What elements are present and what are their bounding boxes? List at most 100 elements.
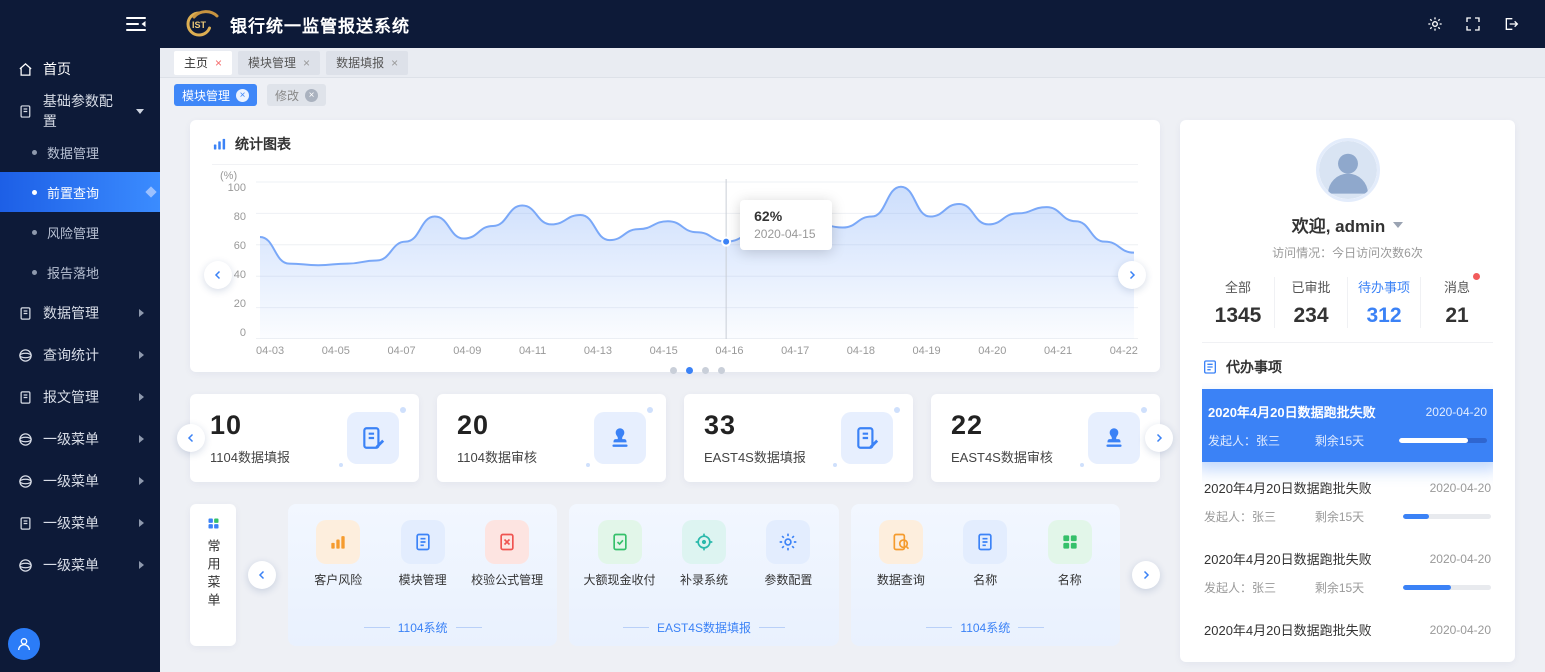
sidebar-collapse-button[interactable] [126,16,146,32]
chevron-right-icon [1153,432,1165,444]
menu-fold-icon [126,16,146,32]
x-tick: 04-05 [322,345,350,357]
chip-edit[interactable]: 修改 × [267,84,326,106]
sidebar-item-data-mgmt[interactable]: 数据管理 [0,292,160,334]
tab-module-mgmt[interactable]: 模块管理 × [238,51,320,75]
tab-data-fill[interactable]: 数据填报 × [326,51,408,75]
chevron-down-icon [136,109,144,114]
quick-item-formula-check[interactable]: 校验公式管理 [465,520,549,588]
stat-label: 待办事项 [1358,277,1410,296]
todo-item[interactable]: 2020年4月20日数据跑批失败 2020-04-20 发起人：张三 剩余15天 [1202,537,1493,608]
sidebar-item-label: 一级菜单 [43,471,99,491]
stat-all[interactable]: 全部 1345 [1202,277,1274,328]
sidebar-help-button[interactable] [8,628,40,660]
tab-close-icon[interactable]: × [215,57,222,69]
sidebar-item-label: 基础参数配置 [43,91,126,131]
pager-dot[interactable] [702,367,709,374]
todo-item[interactable]: 2020年4月20日数据跑批失败 2020-04-20 发起人：张三 剩余15天 [1202,389,1493,462]
chevron-right-icon [1126,269,1138,281]
tab-label: 模块管理 [248,54,296,71]
pager-dot[interactable] [670,367,677,374]
sidebar-item-menu-2[interactable]: 一级菜单 [0,460,160,502]
sidebar-item-base-config[interactable]: 基础参数配置 [0,90,160,132]
tab-close-icon[interactable]: × [391,57,398,69]
pager-dot[interactable] [718,367,725,374]
stat-messages[interactable]: 消息 21 [1420,277,1493,328]
chevron-right-icon [139,309,144,317]
stats-next-button[interactable] [1145,424,1173,452]
quick-item-label: 大额现金收付 [584,571,656,588]
quick-menu-title: 常用菜单 [204,539,223,611]
todo-section-header: 代办事项 [1202,357,1493,377]
sidebar-item-menu-1[interactable]: 一级菜单 [0,418,160,460]
stat-pending[interactable]: 待办事项 312 [1347,277,1420,328]
stat-label: 1104数据填报 [210,447,290,466]
chevron-right-icon [139,561,144,569]
sidebar-subitem-label: 风险管理 [47,223,99,242]
header: IST 银行统一监管报送系统 [0,0,1545,48]
quick-group-footer: 1104系统 [288,619,557,636]
sidebar-item-message-mgmt[interactable]: 报文管理 [0,376,160,418]
chart-body: (%) 100 80 60 40 20 0 [212,179,1138,374]
settings-button[interactable] [1427,16,1443,32]
sidebar-item-menu-3[interactable]: 一级菜单 [0,502,160,544]
sidebar-item-menu-4[interactable]: 一级菜单 [0,544,160,586]
chart-plot[interactable]: 62% 2020-04-15 [256,179,1138,339]
sidebar-subitem-report-landing[interactable]: 报告落地 [0,252,160,292]
quick-group-east4s: 大额现金收付 补录系统 [569,504,838,646]
quick-item-cash-payment[interactable]: 大额现金收付 [578,520,662,588]
quick-item-name-1[interactable]: 名称 [943,520,1027,588]
quick-item-supplement-system[interactable]: 补录系统 [662,520,746,588]
x-tick: 04-21 [1044,345,1072,357]
quick-item-module-mgmt[interactable]: 模块管理 [381,520,465,588]
stats-prev-button[interactable] [177,424,205,452]
sidebar-item-query-stats[interactable]: 查询统计 [0,334,160,376]
todo-list: 2020年4月20日数据跑批失败 2020-04-20 发起人：张三 剩余15天 [1202,383,1493,644]
stat-card-1104-audit[interactable]: 20 1104数据审核 [437,394,666,482]
avatar[interactable] [1316,138,1380,202]
logo-text: IST [192,20,207,30]
chart-card: 统计图表 (%) 100 80 [190,120,1160,372]
y-tick: 80 [234,211,246,223]
stat-card-east4s-fill[interactable]: 33 EAST4S数据填报 [684,394,913,482]
stat-approved[interactable]: 已审批 234 [1274,277,1347,328]
stat-card-1104-fill[interactable]: 10 1104数据填报 [190,394,419,482]
chart-next-button[interactable] [1118,261,1146,289]
stat-label: 全部 [1225,277,1251,296]
gear-icon [766,520,810,564]
fullscreen-button[interactable] [1465,16,1481,32]
tab-home[interactable]: 主页 × [174,51,232,75]
area-chart [256,179,1138,339]
chart-prev-button[interactable] [204,261,232,289]
stat-value: 312 [1348,304,1420,328]
tab-close-icon[interactable]: × [303,57,310,69]
quick-item-name-2[interactable]: 名称 [1028,520,1112,588]
logout-button[interactable] [1503,16,1519,32]
stat-card-east4s-audit[interactable]: 22 EAST4S数据审核 [931,394,1160,482]
chip-close-icon[interactable]: × [305,89,318,102]
todo-item[interactable]: 2020年4月20日数据跑批失败 2020-04-20 发起人：张三 剩余15天 [1202,466,1493,537]
quick-menu-prev-button[interactable] [248,561,276,589]
main-area: 主页 × 模块管理 × 数据填报 × 模块管理 × 修改 [160,48,1545,672]
bar-chart-icon [316,520,360,564]
sidebar-subitem-pre-query[interactable]: 前置查询 [0,172,160,212]
stat-value: 234 [1275,304,1347,328]
quick-menu-next-button[interactable] [1132,561,1160,589]
chevron-right-icon [139,435,144,443]
y-tick: 20 [234,298,246,310]
todo-item[interactable]: 2020年4月20日数据跑批失败 2020-04-20 发起人：张三 剩余4天 [1202,608,1493,644]
quick-item-param-config[interactable]: 参数配置 [746,520,830,588]
chip-close-icon[interactable]: × [236,89,249,102]
quick-item-label: 名称 [973,571,997,588]
divider [364,627,390,628]
welcome-row[interactable]: 欢迎, admin [1202,212,1493,237]
todo-date: 2020-04-20 [1430,481,1491,495]
pager-dot[interactable] [686,367,693,374]
chip-module-mgmt[interactable]: 模块管理 × [174,84,257,106]
home-icon [18,62,33,77]
sidebar-item-home[interactable]: 首页 [0,48,160,90]
quick-item-customer-risk[interactable]: 客户风险 [296,520,380,588]
sidebar-subitem-risk-mgmt[interactable]: 风险管理 [0,212,160,252]
sidebar-subitem-data-mgmt[interactable]: 数据管理 [0,132,160,172]
quick-item-data-query[interactable]: 数据查询 [859,520,943,588]
